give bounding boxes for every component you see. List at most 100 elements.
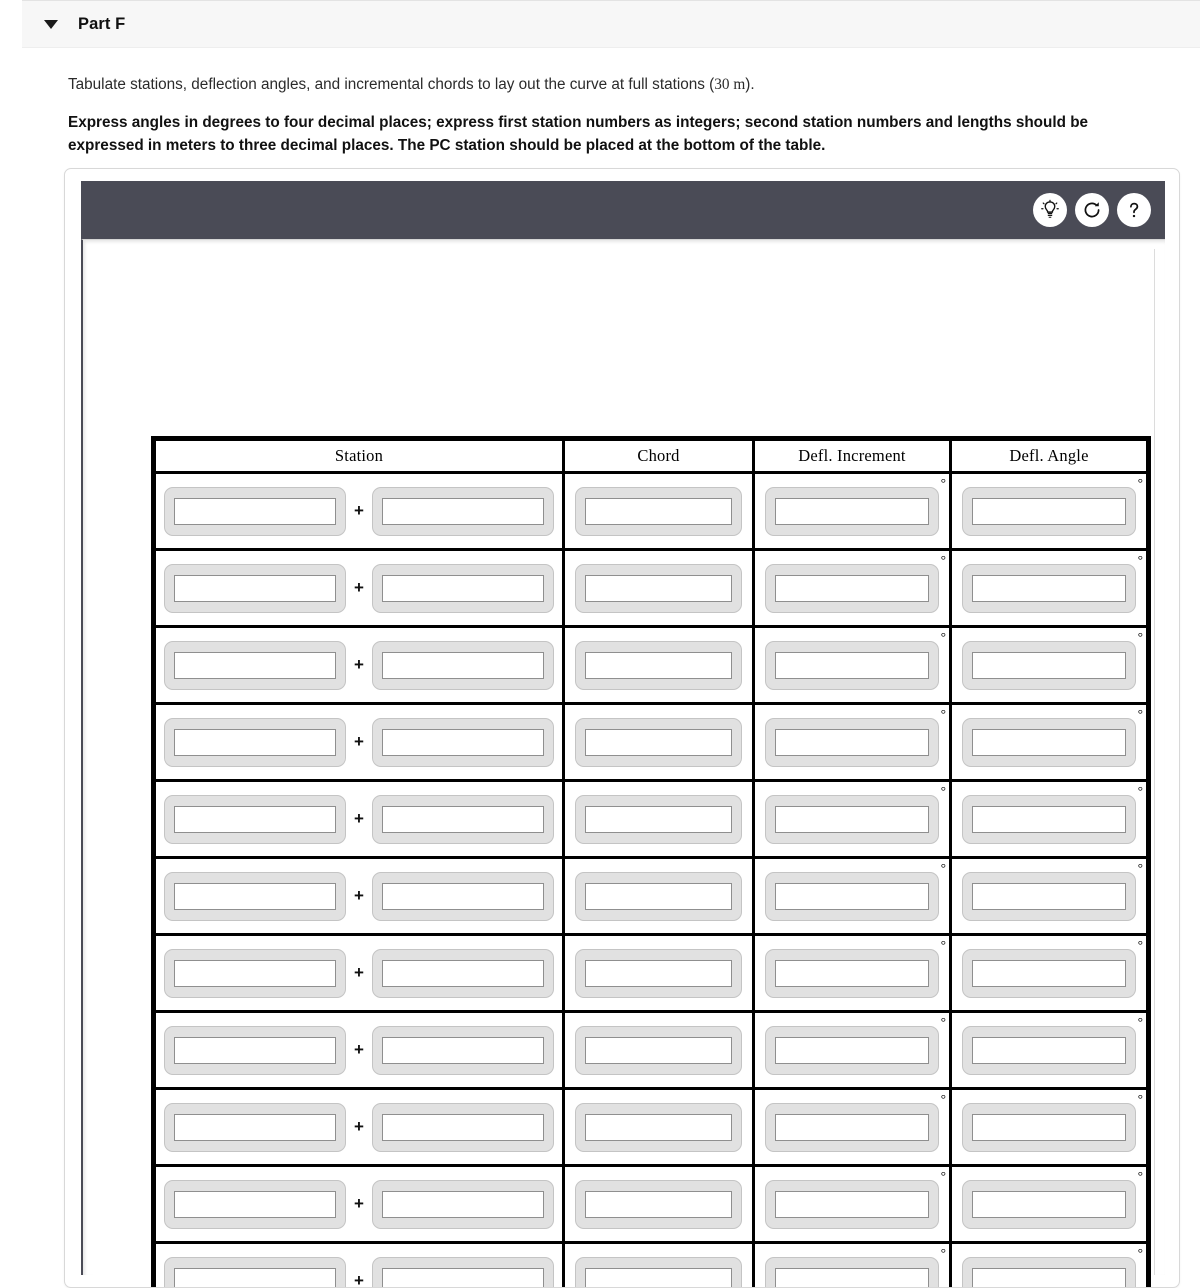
station-second-input[interactable]	[372, 564, 554, 613]
station-second-input[interactable]	[372, 872, 554, 921]
defl-angle-input[interactable]	[962, 564, 1136, 613]
station-second-input-field[interactable]	[382, 1114, 544, 1141]
chord-input[interactable]	[575, 487, 742, 536]
station-first-input-field[interactable]	[174, 498, 336, 525]
station-first-input-field[interactable]	[174, 960, 336, 987]
station-first-input-field[interactable]	[174, 1268, 336, 1288]
reset-button[interactable]	[1075, 193, 1109, 227]
station-second-input[interactable]	[372, 1026, 554, 1075]
defl-increment-input[interactable]	[765, 1103, 939, 1152]
defl-angle-input[interactable]	[962, 949, 1136, 998]
station-second-input[interactable]	[372, 795, 554, 844]
defl-increment-input-field[interactable]	[775, 575, 929, 602]
defl-angle-input[interactable]	[962, 795, 1136, 844]
chord-input[interactable]	[575, 1026, 742, 1075]
defl-increment-input[interactable]	[765, 949, 939, 998]
chord-input[interactable]	[575, 1180, 742, 1229]
defl-angle-input-field[interactable]	[972, 1037, 1126, 1064]
station-first-input[interactable]	[164, 564, 346, 613]
station-first-input-field[interactable]	[174, 1191, 336, 1218]
station-second-input-field[interactable]	[382, 960, 544, 987]
station-first-input-field[interactable]	[174, 883, 336, 910]
chord-input-field[interactable]	[585, 575, 732, 602]
defl-angle-input-field[interactable]	[972, 1268, 1126, 1288]
station-first-input[interactable]	[164, 1180, 346, 1229]
defl-increment-input-field[interactable]	[775, 883, 929, 910]
defl-increment-input[interactable]	[765, 1180, 939, 1229]
defl-increment-input[interactable]	[765, 1026, 939, 1075]
defl-angle-input[interactable]	[962, 718, 1136, 767]
chord-input[interactable]	[575, 718, 742, 767]
applet-scroll-area[interactable]: Station Chord Defl. Increment Defl. Angl…	[93, 249, 1155, 1275]
chord-input-field[interactable]	[585, 1114, 732, 1141]
station-first-input[interactable]	[164, 487, 346, 536]
station-first-input[interactable]	[164, 718, 346, 767]
station-second-input-field[interactable]	[382, 883, 544, 910]
station-first-input[interactable]	[164, 1257, 346, 1288]
chord-input-field[interactable]	[585, 1191, 732, 1218]
defl-angle-input-field[interactable]	[972, 652, 1126, 679]
defl-increment-input-field[interactable]	[775, 806, 929, 833]
chord-input-field[interactable]	[585, 883, 732, 910]
defl-increment-input[interactable]	[765, 641, 939, 690]
chord-input-field[interactable]	[585, 652, 732, 679]
chord-input[interactable]	[575, 872, 742, 921]
chord-input-field[interactable]	[585, 729, 732, 756]
station-second-input-field[interactable]	[382, 575, 544, 602]
defl-increment-input-field[interactable]	[775, 1114, 929, 1141]
defl-angle-input[interactable]	[962, 1257, 1136, 1288]
station-first-input-field[interactable]	[174, 1037, 336, 1064]
defl-angle-input-field[interactable]	[972, 575, 1126, 602]
station-second-input-field[interactable]	[382, 729, 544, 756]
station-first-input[interactable]	[164, 641, 346, 690]
defl-increment-input[interactable]	[765, 795, 939, 844]
station-second-input[interactable]	[372, 1103, 554, 1152]
defl-angle-input-field[interactable]	[972, 1114, 1126, 1141]
defl-angle-input[interactable]	[962, 641, 1136, 690]
defl-increment-input-field[interactable]	[775, 729, 929, 756]
chord-input[interactable]	[575, 795, 742, 844]
station-first-input[interactable]	[164, 1103, 346, 1152]
station-first-input[interactable]	[164, 1026, 346, 1075]
defl-increment-input-field[interactable]	[775, 498, 929, 525]
chord-input-field[interactable]	[585, 498, 732, 525]
defl-angle-input[interactable]	[962, 1103, 1136, 1152]
defl-angle-input[interactable]	[962, 872, 1136, 921]
defl-angle-input-field[interactable]	[972, 729, 1126, 756]
defl-increment-input[interactable]	[765, 564, 939, 613]
station-second-input[interactable]	[372, 949, 554, 998]
chord-input-field[interactable]	[585, 1037, 732, 1064]
station-second-input[interactable]	[372, 718, 554, 767]
defl-increment-input-field[interactable]	[775, 1191, 929, 1218]
station-first-input-field[interactable]	[174, 1114, 336, 1141]
defl-increment-input[interactable]	[765, 487, 939, 536]
defl-increment-input[interactable]	[765, 872, 939, 921]
defl-angle-input[interactable]	[962, 1180, 1136, 1229]
defl-increment-input-field[interactable]	[775, 1268, 929, 1288]
station-second-input[interactable]	[372, 487, 554, 536]
chord-input-field[interactable]	[585, 806, 732, 833]
station-first-input[interactable]	[164, 795, 346, 844]
defl-increment-input-field[interactable]	[775, 652, 929, 679]
chord-input[interactable]	[575, 949, 742, 998]
station-first-input-field[interactable]	[174, 575, 336, 602]
defl-increment-input-field[interactable]	[775, 960, 929, 987]
defl-angle-input[interactable]	[962, 487, 1136, 536]
station-second-input[interactable]	[372, 1180, 554, 1229]
chord-input-field[interactable]	[585, 1268, 732, 1288]
defl-angle-input-field[interactable]	[972, 1191, 1126, 1218]
chord-input[interactable]	[575, 1257, 742, 1288]
defl-angle-input-field[interactable]	[972, 960, 1126, 987]
defl-increment-input[interactable]	[765, 718, 939, 767]
chord-input[interactable]	[575, 564, 742, 613]
station-first-input-field[interactable]	[174, 652, 336, 679]
defl-angle-input-field[interactable]	[972, 883, 1126, 910]
hint-button[interactable]	[1033, 193, 1067, 227]
defl-angle-input-field[interactable]	[972, 498, 1126, 525]
station-second-input-field[interactable]	[382, 806, 544, 833]
help-button[interactable]	[1117, 193, 1151, 227]
defl-increment-input[interactable]	[765, 1257, 939, 1288]
station-first-input[interactable]	[164, 949, 346, 998]
station-first-input[interactable]	[164, 872, 346, 921]
station-first-input-field[interactable]	[174, 729, 336, 756]
